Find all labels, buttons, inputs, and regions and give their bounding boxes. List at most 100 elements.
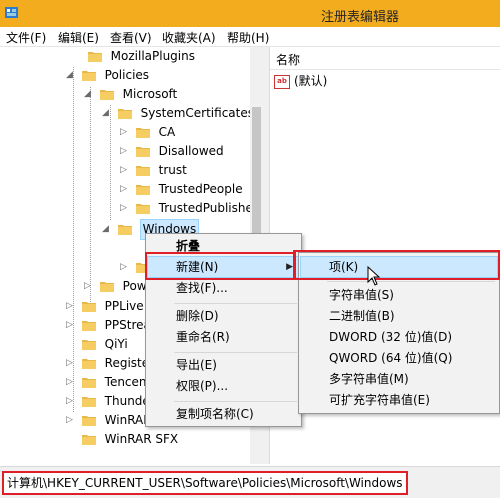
menu-file[interactable]: 文件(F) [6,29,46,46]
folder-icon [87,52,102,62]
menu-item-binary-value[interactable]: 二进制值(B) [301,306,497,326]
collapse-arrow-icon[interactable]: ▷ [120,258,130,277]
tree-item-qiyi[interactable]: QiYi [66,335,128,354]
tree-item-trustedpeople[interactable]: ▷ TrustedPeople [120,180,243,199]
folder-icon [81,71,96,81]
menu-item-dword-value[interactable]: DWORD (32 位)值(D) [301,327,497,347]
new-submenu: 项(K) 字符串值(S) 二进制值(B) DWORD (32 位)值(D) QW… [298,252,500,414]
menu-bar: 文件(F) 编辑(E) 查看(V) 收藏夹(A) 帮助(H) [0,27,500,47]
menu-favorites[interactable]: 收藏夹(A) [162,29,216,46]
menu-separator [174,303,297,304]
folder-icon [99,90,114,100]
tree-item-ca[interactable]: ▷ CA [120,123,175,142]
column-header-label: 名称 [276,53,301,67]
collapse-arrow-icon[interactable]: ▷ [66,411,76,430]
tree-item-register[interactable]: ▷ Register [66,354,154,373]
collapse-arrow-icon[interactable]: ▷ [120,199,130,218]
collapse-arrow-icon[interactable]: ▷ [120,180,130,199]
tree-item-pplive[interactable]: ▷ PPLive [66,297,144,316]
tree-item-microsoft[interactable]: ◢ Microsoft [84,85,177,104]
menu-item-new[interactable]: 新建(N) ▶ [147,256,300,278]
menu-item-copy-key-name[interactable]: 复制项名称(C) [148,404,299,424]
menu-separator [327,281,495,282]
folder-icon [81,397,96,407]
tree-item-thunder[interactable]: ▷ Thunder [66,392,155,411]
tree-item-mozillaplugins[interactable]: MozillaPlugins [72,47,195,66]
menu-item-multi-string-value[interactable]: 多字符串值(M) [301,369,497,389]
menu-item-string-value[interactable]: 字符串值(S) [301,285,497,305]
tree-item-ppstream[interactable]: ▷ PPStrear [66,316,156,335]
registry-path: 计算机\HKEY_CURRENT_USER\Software\Policies\… [2,471,408,495]
tree-item-winrar-sfx[interactable]: WinRAR SFX [66,430,178,449]
folder-icon [135,147,150,157]
column-header-name[interactable]: 名称 [270,47,500,70]
tree-item-trust[interactable]: ▷ trust [120,161,187,180]
expand-arrow-icon[interactable]: ◢ [102,220,112,239]
collapse-arrow-icon[interactable]: ▷ [120,123,130,142]
tree-item-trustedpublisher[interactable]: ▷ TrustedPublisher [120,199,258,218]
tree-item-disallowed[interactable]: ▷ Disallowed [120,142,224,161]
tree-item-systemcertificates[interactable]: ◢ SystemCertificates [102,104,254,123]
mouse-cursor-icon [367,266,381,286]
tree-item-label: CA [158,125,176,139]
tree-item-label: TrustedPublisher [158,201,258,215]
menu-item-expandable-string-value[interactable]: 可扩充字符串值(E) [301,390,497,410]
folder-icon [81,378,96,388]
context-menu: 折叠 新建(N) ▶ 查找(F)... 删除(D) 重命名(R) 导出(E) 权… [145,233,302,427]
tree-item-winrar[interactable]: ▷ WinRAR [66,411,152,430]
collapse-arrow-icon[interactable]: ▷ [66,316,76,335]
collapse-arrow-icon[interactable]: ▷ [66,354,76,373]
value-name: (默认) [294,74,328,88]
tree-item-label: PPLive [104,299,144,313]
tree-item-label: MozillaPlugins [110,49,195,63]
folder-icon [81,359,96,369]
tree-item-label: WinRAR SFX [104,432,179,446]
value-row-default[interactable]: ab (默认) [274,72,327,90]
menu-item-rename[interactable]: 重命名(R) [148,327,299,347]
tree-item-label: Microsoft [122,87,178,101]
tree-item-powe[interactable]: ▷ Powe [84,277,154,296]
folder-icon [135,166,150,176]
folder-icon [135,204,150,214]
tree-item-label: SystemCertificates [140,106,254,120]
menu-help[interactable]: 帮助(H) [227,29,269,46]
collapse-arrow-icon[interactable]: ▷ [120,161,130,180]
folder-icon [99,282,114,292]
menu-item-delete[interactable]: 删除(D) [148,306,299,326]
tree-item-label: QiYi [104,337,128,351]
folder-icon [81,321,96,331]
expand-arrow-icon[interactable]: ◢ [102,104,112,123]
menu-item-find[interactable]: 查找(F)... [148,278,299,298]
menu-item-permissions[interactable]: 权限(P)... [148,376,299,396]
tree-item-label: trust [158,163,187,177]
menu-separator [174,401,297,402]
folder-icon [135,185,150,195]
menu-item-collapse[interactable]: 折叠 [148,236,299,256]
tree-item-policies[interactable]: ◢ Policies [66,66,149,85]
tree-item-label: Disallowed [158,144,224,158]
folder-icon [81,435,96,445]
tree-item-label: TrustedPeople [158,182,243,196]
folder-icon [81,416,96,426]
folder-icon [117,109,132,119]
menu-item-new-key[interactable]: 项(K) [300,256,498,278]
status-bar: 计算机\HKEY_CURRENT_USER\Software\Policies\… [0,466,500,498]
menu-item-qword-value[interactable]: QWORD (64 位)值(Q) [301,348,497,368]
expand-arrow-icon[interactable]: ◢ [84,85,94,104]
collapse-arrow-icon[interactable]: ▷ [84,277,94,296]
menu-view[interactable]: 查看(V) [110,29,152,46]
collapse-arrow-icon[interactable]: ▷ [120,142,130,161]
menu-edit[interactable]: 编辑(E) [58,29,99,46]
menu-item-new-label: 新建(N) [176,260,219,274]
collapse-arrow-icon[interactable]: ▷ [66,373,76,392]
folder-icon [117,225,132,235]
expand-arrow-icon[interactable]: ◢ [66,66,76,85]
tree-item-tencent[interactable]: ▷ Tencent [66,373,151,392]
folder-icon [81,302,96,312]
folder-icon [81,340,96,350]
collapse-arrow-icon[interactable]: ▷ [66,392,76,411]
title-bar: 注册表编辑器 [0,0,500,27]
collapse-arrow-icon[interactable]: ▷ [66,297,76,316]
tree-item-label: Policies [104,68,150,82]
menu-item-export[interactable]: 导出(E) [148,355,299,375]
